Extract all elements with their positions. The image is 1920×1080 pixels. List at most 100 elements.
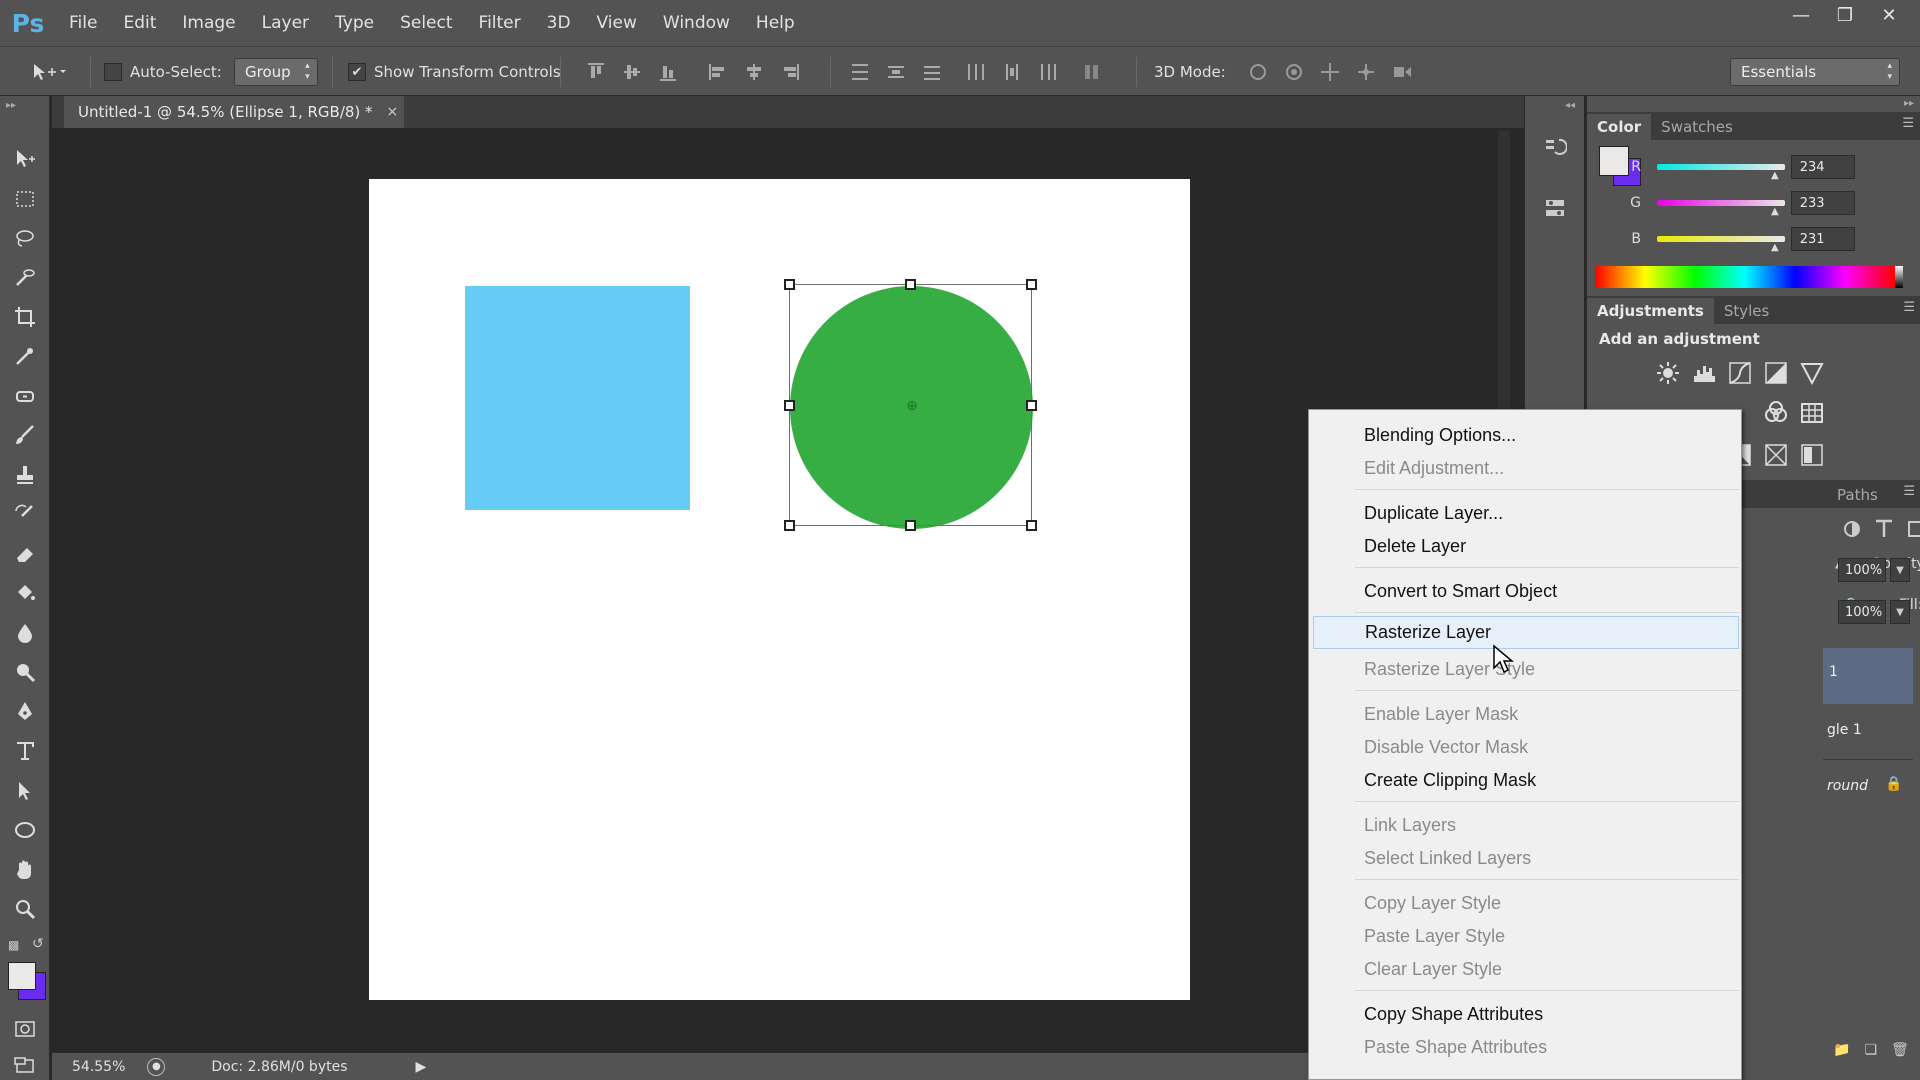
lasso-tool[interactable] [12,225,38,251]
menu-help[interactable]: Help [743,0,808,46]
document-tab[interactable]: Untitled-1 @ 54.5% (Ellipse 1, RGB/8) * … [64,96,404,128]
transform-center-icon[interactable]: ⊕ [905,399,919,413]
history-brush-tool[interactable] [12,501,38,527]
distribute-hcenter-icon[interactable] [1001,61,1023,83]
distribute-bottom-icon[interactable] [921,61,943,83]
blue-value-input[interactable]: 231 [1790,227,1855,251]
swap-colors-icon[interactable]: ↺ [32,936,44,952]
red-slider-thumb-icon[interactable]: ▲ [1771,170,1779,181]
align-right-icon[interactable] [779,61,801,83]
hand-tool[interactable] [12,857,38,883]
3d-slide-icon[interactable] [1355,61,1377,83]
marquee-tool[interactable] [12,186,38,212]
pen-tool[interactable] [12,699,38,725]
menu-edit[interactable]: Edit [110,0,169,46]
channel-mixer-icon[interactable] [1763,400,1789,426]
workspace-dropdown[interactable]: Essentials [1730,58,1900,86]
layer-row-rectangle[interactable]: gle 1 [1823,704,1913,760]
delete-layer-icon[interactable]: 🗑 [1891,1042,1909,1058]
expand-panels-icon[interactable]: ▸▸ [1904,98,1914,109]
curves-icon[interactable] [1727,360,1753,386]
menu-item-convert-smart-object[interactable]: Convert to Smart Object [1313,575,1739,608]
rectangle-shape[interactable] [465,286,690,510]
auto-select-checkbox[interactable] [104,63,122,81]
status-menu-arrow-icon[interactable]: ▶ [416,1059,427,1075]
healing-brush-tool[interactable] [12,383,38,409]
filter-shape-icon[interactable] [1903,516,1920,542]
menu-item-create-clipping-mask[interactable]: Create Clipping Mask [1313,764,1739,797]
distribute-vcenter-icon[interactable] [885,61,907,83]
close-tab-icon[interactable]: × [387,104,399,120]
filter-shape-layers-icon[interactable] [1839,516,1865,542]
align-top-icon[interactable] [585,61,607,83]
eyedropper-tool[interactable] [12,343,38,369]
transform-handle-top[interactable] [905,279,916,290]
menu-item-duplicate-layer[interactable]: Duplicate Layer... [1313,497,1739,530]
color-lookup-icon[interactable] [1799,400,1825,426]
move-tool-preset-picker[interactable] [30,47,66,97]
bw-ramp[interactable] [1895,266,1903,288]
close-icon[interactable]: ✕ [1878,5,1900,26]
auto-select-target-dropdown[interactable]: Group [234,58,318,86]
menu-item-rasterize-layer[interactable]: Rasterize Layer [1313,616,1739,649]
align-vcenter-icon[interactable] [621,61,643,83]
clone-stamp-tool[interactable] [12,462,38,488]
tab-styles[interactable]: Styles [1714,298,1780,324]
history-panel-icon[interactable] [1543,136,1568,160]
collapse-toolbar-icon[interactable]: ▸▸ [6,100,16,111]
3d-roll-icon[interactable] [1283,61,1305,83]
transform-handle-left[interactable] [784,400,795,411]
menu-item-delete-layer[interactable]: Delete Layer [1313,530,1739,563]
selective-color-icon[interactable] [1799,442,1825,468]
opacity-dropdown-icon[interactable]: ▼ [1890,558,1910,582]
new-group-icon[interactable]: 📁 [1833,1042,1850,1058]
align-left-icon[interactable] [707,61,729,83]
type-tool[interactable] [12,738,38,764]
color-spectrum-ramp[interactable] [1595,266,1895,288]
levels-icon[interactable] [1691,360,1717,386]
green-slider-thumb-icon[interactable]: ▲ [1771,206,1779,217]
vibrance-icon[interactable] [1799,360,1825,386]
distribute-right-icon[interactable] [1037,61,1059,83]
default-colors-icon[interactable]: ▩ [8,938,19,952]
transform-handle-bottom-right[interactable] [1026,520,1037,531]
fill-dropdown-icon[interactable]: ▼ [1890,600,1910,624]
transform-handle-top-right[interactable] [1026,279,1037,290]
menu-window[interactable]: Window [650,0,743,46]
color-panel-menu-icon[interactable]: ☰ [1902,116,1914,131]
foreground-color-swatch[interactable] [8,962,36,990]
adjustments-panel-menu-icon[interactable]: ☰ [1903,300,1915,315]
distribute-left-icon[interactable] [965,61,987,83]
green-slider[interactable] [1657,200,1785,206]
move-tool[interactable] [12,146,38,172]
ellipse-tool[interactable] [12,817,38,843]
distribute-top-icon[interactable] [849,61,871,83]
menu-3d[interactable]: 3D [534,0,584,46]
tab-color[interactable]: Color [1587,114,1652,140]
tab-adjustments[interactable]: Adjustments [1587,298,1714,324]
screen-mode-button[interactable] [12,1052,38,1078]
blue-slider[interactable] [1657,236,1785,242]
menu-layer[interactable]: Layer [249,0,322,46]
3d-pan-icon[interactable] [1319,61,1341,83]
red-value-input[interactable]: 234 [1790,155,1855,179]
paint-bucket-tool[interactable] [12,580,38,606]
layer-row-ellipse[interactable]: 1 [1823,648,1913,704]
auto-align-icon[interactable] [1081,61,1103,83]
gradient-map-icon[interactable] [1763,442,1789,468]
menu-view[interactable]: View [584,0,650,46]
red-slider[interactable] [1657,164,1785,170]
filter-type-layers-icon[interactable] [1871,516,1897,542]
brightness-contrast-icon[interactable] [1655,360,1681,386]
properties-panel-icon[interactable] [1543,196,1567,220]
layer-row-background[interactable]: round 🔒 [1823,760,1913,816]
show-transform-checkbox[interactable]: ✔ [348,63,366,81]
blur-tool[interactable] [12,620,38,646]
dodge-tool[interactable] [12,659,38,685]
zoom-tool[interactable] [12,896,38,922]
path-selection-tool[interactable] [12,778,38,804]
layers-panel-menu-icon[interactable]: ☰ [1903,484,1915,499]
transform-handle-bottom-left[interactable] [784,520,795,531]
transform-handle-right[interactable] [1026,400,1037,411]
quick-mask-button[interactable] [12,1016,38,1042]
